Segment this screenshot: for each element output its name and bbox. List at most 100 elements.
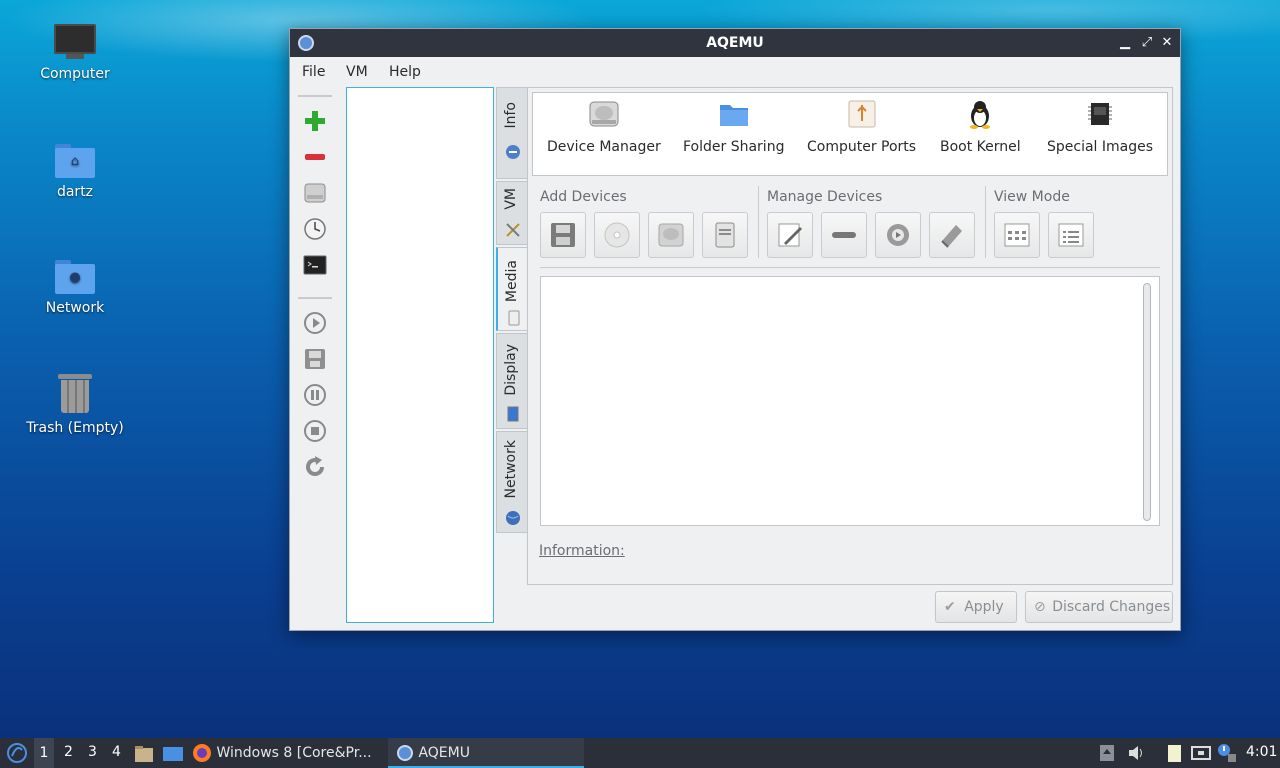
remove-icon	[832, 232, 856, 238]
tab-info[interactable]: Info	[496, 87, 528, 179]
taskbar-window-aqemu[interactable]: AQEMU	[388, 738, 584, 768]
stop-icon	[304, 420, 326, 442]
view-mode-title: View Mode	[994, 189, 1070, 205]
network-tab-icon	[505, 510, 521, 526]
volume-button[interactable]	[1126, 740, 1146, 766]
device-label: Boot Kernel	[940, 139, 1021, 155]
workspace-4[interactable]: 4	[112, 744, 121, 760]
menu-file[interactable]: File	[302, 64, 325, 80]
tab-vm[interactable]: VM	[496, 181, 528, 245]
lubuntu-logo-icon	[7, 743, 27, 763]
terminal-icon	[303, 255, 327, 275]
clock-button[interactable]	[303, 217, 327, 241]
harddisk-icon	[658, 223, 684, 247]
tools-tab-icon	[505, 222, 521, 238]
harddisk-button[interactable]	[303, 181, 327, 205]
clipboard-button[interactable]	[1164, 740, 1184, 766]
list-view-icon	[1058, 223, 1084, 247]
usb-port-icon	[848, 100, 876, 128]
menu-help[interactable]: Help	[389, 64, 421, 80]
apply-button[interactable]: ✔ Apply	[935, 591, 1017, 623]
aqemu-window: AQEMU ▁ ⤢ ✕ File VM Help Info VM Media D…	[289, 28, 1181, 631]
edit-icon	[778, 223, 802, 247]
storage-card-icon	[715, 222, 735, 248]
check-icon: ✔	[944, 599, 956, 615]
tab-display[interactable]: Display	[496, 333, 528, 429]
device-properties-button[interactable]	[875, 212, 921, 258]
clear-device-button[interactable]	[929, 212, 975, 258]
list-view-button[interactable]	[1048, 212, 1094, 258]
window-titlebar[interactable]: AQEMU ▁ ⤢ ✕	[290, 29, 1180, 57]
workspace-1[interactable]: 1	[34, 738, 54, 768]
minimize-button[interactable]: ▁	[1116, 34, 1134, 52]
save-icon	[305, 349, 325, 369]
remove-device-button[interactable]	[821, 212, 867, 258]
file-manager-launcher[interactable]	[134, 740, 154, 766]
add-vm-button[interactable]	[303, 109, 327, 133]
taskbar-window-firefox[interactable]: Windows 8 [Core&Pr...	[192, 738, 382, 768]
information-label: Information:	[539, 543, 625, 559]
desktop-icon-network[interactable]: ● Network	[20, 260, 130, 316]
vertical-scrollbar[interactable]	[1143, 283, 1151, 521]
trash-icon	[58, 374, 92, 414]
firefox-icon	[193, 744, 211, 762]
toolbar-separator	[298, 297, 332, 299]
workspace-3[interactable]: 3	[88, 744, 97, 760]
add-floppy-button[interactable]	[540, 212, 586, 258]
folder-icon	[719, 105, 748, 126]
window-title: AQEMU	[706, 35, 764, 51]
notification-icon	[1218, 744, 1236, 762]
save-vm-button[interactable]	[303, 347, 327, 371]
tray-show-hidden-button[interactable]	[1098, 740, 1116, 766]
manage-devices-title: Manage Devices	[767, 189, 883, 205]
app-menu-button[interactable]	[6, 740, 28, 766]
media-panel: Device Manager Folder Sharing Computer P…	[527, 87, 1173, 585]
discard-changes-button[interactable]: ⊘ Discard Changes	[1025, 591, 1173, 623]
taskbar-window-label: AQEMU	[418, 745, 470, 761]
boot-kernel-button[interactable]: Boot Kernel	[940, 99, 1021, 155]
tab-media[interactable]: Media	[496, 247, 528, 331]
start-vm-button[interactable]	[303, 311, 327, 335]
tab-network[interactable]: Network	[496, 431, 528, 533]
close-button[interactable]: ✕	[1158, 34, 1176, 52]
desktop-icon-trash[interactable]: Trash (Empty)	[20, 374, 130, 436]
computer-ports-button[interactable]: Computer Ports	[807, 99, 916, 155]
workspace-2[interactable]: 2	[64, 744, 73, 760]
cdrom-icon	[604, 222, 630, 248]
tab-label: VM	[503, 188, 519, 210]
chip-icon	[1088, 103, 1113, 125]
stop-vm-button[interactable]	[303, 419, 327, 443]
display-tab-icon	[505, 406, 521, 422]
tab-label: Display	[503, 344, 519, 396]
remove-vm-button[interactable]	[303, 145, 327, 169]
divider	[540, 267, 1160, 268]
linux-penguin-icon	[970, 101, 991, 129]
gear-icon	[887, 224, 909, 246]
reset-vm-button[interactable]	[303, 455, 327, 479]
add-sdcard-button[interactable]	[702, 212, 748, 258]
add-harddisk-button[interactable]	[648, 212, 694, 258]
add-cdrom-button[interactable]	[594, 212, 640, 258]
menu-vm[interactable]: VM	[346, 64, 368, 80]
icon-view-button[interactable]	[994, 212, 1040, 258]
folder-sharing-button[interactable]: Folder Sharing	[683, 99, 784, 155]
maximize-button[interactable]: ⤢	[1138, 34, 1156, 52]
show-desktop-button[interactable]	[162, 740, 184, 766]
desktop-icon-home[interactable]: ⌂ dartz	[20, 144, 130, 200]
special-images-button[interactable]: Special Images	[1047, 99, 1153, 155]
clock[interactable]: 4:01	[1246, 744, 1277, 760]
taskbar-window-label: Windows 8 [Core&Pr...	[216, 745, 372, 761]
grid-view-icon	[1004, 223, 1030, 247]
media-device-list[interactable]	[540, 276, 1160, 526]
cancel-icon: ⊘	[1034, 599, 1046, 615]
vm-list[interactable]	[346, 87, 494, 623]
terminal-button[interactable]	[303, 253, 327, 277]
pause-vm-button[interactable]	[303, 383, 327, 407]
notification-button[interactable]	[1216, 740, 1238, 766]
device-manager-button[interactable]: Device Manager	[547, 99, 661, 155]
desktop-icon-computer[interactable]: Computer	[20, 24, 130, 82]
edit-device-button[interactable]	[767, 212, 813, 258]
network-tray-button[interactable]	[1190, 740, 1212, 766]
tab-label: Media	[504, 260, 520, 303]
apply-label: Apply	[964, 599, 1004, 615]
